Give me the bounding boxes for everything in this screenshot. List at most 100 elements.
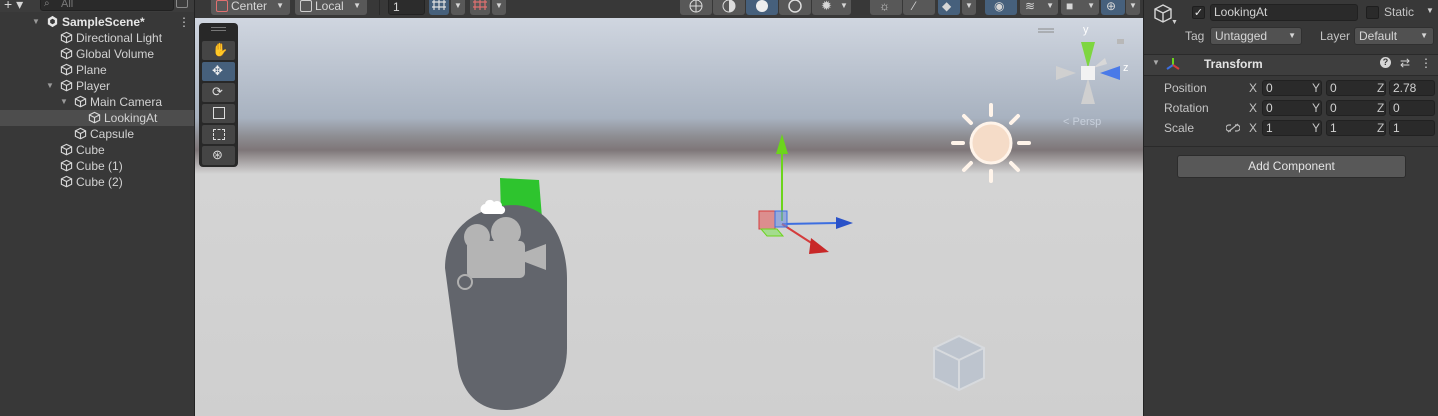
layer-dropdown[interactable]: Default ▼ (1354, 27, 1434, 45)
add-component-button[interactable]: Add Component (1177, 155, 1406, 178)
gizmo-xy-plane (758, 210, 776, 230)
camera-settings-dropdown[interactable]: ■ ▼ (1061, 0, 1099, 15)
static-checkbox[interactable] (1366, 6, 1379, 19)
scale-x-axis-label[interactable]: X (1249, 121, 1257, 135)
hierarchy-item[interactable]: Plane (0, 62, 194, 78)
gizmos-chevron[interactable]: ▼ (1126, 0, 1140, 15)
audio-toggle[interactable]: ⁄ (903, 0, 935, 15)
scale-y-axis-label[interactable]: Y (1312, 121, 1320, 135)
effects-chevron[interactable]: ▼ (962, 0, 976, 15)
inspector-divider (1144, 146, 1438, 147)
hierarchy-item[interactable]: Capsule (0, 126, 194, 142)
draw-mode-chevron[interactable]: ▼ (837, 0, 851, 15)
hierarchy-search-input[interactable]: All (40, 0, 174, 11)
gizmo-y-arrow (776, 134, 788, 154)
hierarchy-item[interactable]: ▼ Main Camera (0, 94, 194, 110)
scale-label: Scale (1164, 121, 1195, 135)
gizmos-toggle[interactable]: ⊕ (1101, 0, 1125, 15)
rotation-y-axis-label[interactable]: Y (1312, 101, 1320, 115)
scene-render (445, 28, 1124, 410)
hierarchy-item[interactable]: ▼ Player (0, 78, 194, 94)
rotation-z-axis-label[interactable]: Z (1377, 101, 1384, 115)
layer-value: Default (1359, 29, 1398, 43)
add-object-button[interactable]: + ▾ (4, 0, 23, 13)
wireframe-sphere-icon (689, 0, 703, 13)
position-label: Position (1164, 81, 1207, 95)
hierarchy-scene-row[interactable]: ▼ SampleScene* (0, 14, 194, 30)
scale-z-axis-label[interactable]: Z (1377, 121, 1384, 135)
gizmo-y-label: y (1083, 24, 1089, 36)
gameobject-cube-icon (60, 63, 73, 76)
gameobject-cube-icon (74, 95, 87, 108)
transform-axes-icon (1166, 58, 1180, 70)
position-z-field[interactable]: 2.78 (1389, 80, 1435, 96)
shaded-mode-button[interactable] (746, 0, 778, 15)
lighting-toggle[interactable]: ☼ (870, 0, 902, 15)
grid-snap-value: 1 (393, 0, 400, 14)
gizmo-globe-icon: ⊕ (1106, 0, 1117, 13)
projection-toggle[interactable]: < Persp (1063, 116, 1101, 128)
scene-viewport[interactable]: ✋ ✥ ⟳ ⊛ y z < Persp (195, 18, 1143, 416)
tag-dropdown[interactable]: Untagged ▼ (1210, 27, 1302, 45)
transform-header[interactable]: ▼ Transform ? ⇄ ⋮ (1144, 54, 1438, 76)
layers-dropdown[interactable]: ≋ ▼ (1020, 0, 1058, 15)
scene-menu-icon[interactable]: ⋮ (178, 15, 190, 29)
position-y-axis-label[interactable]: Y (1312, 81, 1320, 95)
gizmo-nav-y (1081, 42, 1095, 68)
grid-snap-input[interactable]: 1 (388, 0, 425, 15)
tag-value: Untagged (1215, 29, 1268, 43)
transform-title: Transform (1204, 57, 1263, 71)
grid-snap-toggle[interactable] (429, 0, 449, 15)
object-name-field[interactable]: LookingAt (1210, 4, 1358, 21)
foldout-arrow-icon[interactable]: ▼ (59, 94, 69, 110)
shaded-wireframe-mode-button[interactable] (713, 0, 745, 15)
constrain-proportions-icon[interactable] (1226, 123, 1240, 133)
tag-label: Tag (1185, 29, 1205, 43)
increment-snap-chevron[interactable]: ▼ (492, 0, 506, 15)
gameobject-cube-icon (60, 47, 73, 60)
gizmo-x-arrow (809, 238, 829, 254)
gameobject-cube-icon (60, 159, 73, 172)
effects-toggle[interactable]: ◆ (938, 0, 960, 15)
static-flags-chevron[interactable]: ▼ (1426, 6, 1434, 15)
wireframe-mode-button[interactable] (680, 0, 712, 15)
unlit-sphere-icon (788, 0, 802, 13)
gizmo-nav-neg-z (1056, 66, 1076, 80)
preset-icon[interactable]: ⇄ (1400, 56, 1410, 70)
grid-snap-chevron[interactable]: ▼ (451, 0, 465, 15)
foldout-arrow-icon[interactable]: ▼ (1152, 58, 1160, 67)
chevron-down-icon: ▼ (1046, 1, 1054, 10)
hierarchy-item[interactable]: Global Volume (0, 46, 194, 62)
grid-snap-icon (432, 0, 446, 10)
foldout-arrow-icon[interactable]: ▼ (45, 78, 55, 94)
component-menu-icon[interactable]: ⋮ (1420, 56, 1432, 70)
static-label: Static (1384, 5, 1415, 19)
gizmo-nav-center (1081, 66, 1095, 80)
hierarchy-item[interactable]: Cube (1) (0, 158, 194, 174)
layer-label: Layer (1320, 29, 1351, 43)
gizmo-xz-plane (759, 228, 785, 237)
foldout-arrow-icon[interactable]: ▼ (31, 14, 41, 30)
hierarchy-item-label: LookingAt (104, 111, 158, 125)
help-icon[interactable]: ? (1380, 57, 1391, 68)
hierarchy-item[interactable]: Cube (2) (0, 174, 194, 190)
gameobject-cube-icon (60, 79, 73, 92)
hierarchy-item-selected[interactable]: LookingAt (0, 110, 194, 126)
hierarchy-item[interactable]: Directional Light (0, 30, 194, 46)
icon-picker-chevron[interactable]: ▼ (1171, 19, 1178, 26)
unity-scene-icon (47, 15, 58, 28)
hierarchy-toolbar: + ▾ All ⌕ (0, 0, 194, 12)
position-z-axis-label[interactable]: Z (1377, 81, 1384, 95)
position-x-axis-label[interactable]: X (1249, 81, 1257, 95)
gizmo-nav-z (1100, 66, 1120, 80)
increment-snap-toggle[interactable] (470, 0, 490, 15)
unlit-mode-button[interactable] (779, 0, 811, 15)
hierarchy-item[interactable]: Cube (0, 142, 194, 158)
pivot-mode-label: Center (231, 0, 268, 13)
rotation-x-axis-label[interactable]: X (1249, 101, 1257, 115)
lock-icon[interactable] (176, 0, 188, 8)
scale-z-field[interactable]: 1 (1389, 120, 1435, 136)
rotation-z-field[interactable]: 0 (1389, 100, 1435, 116)
active-checkbox[interactable]: ✓ (1192, 6, 1205, 19)
scene-visibility-toggle[interactable]: ◉ (985, 0, 1017, 15)
